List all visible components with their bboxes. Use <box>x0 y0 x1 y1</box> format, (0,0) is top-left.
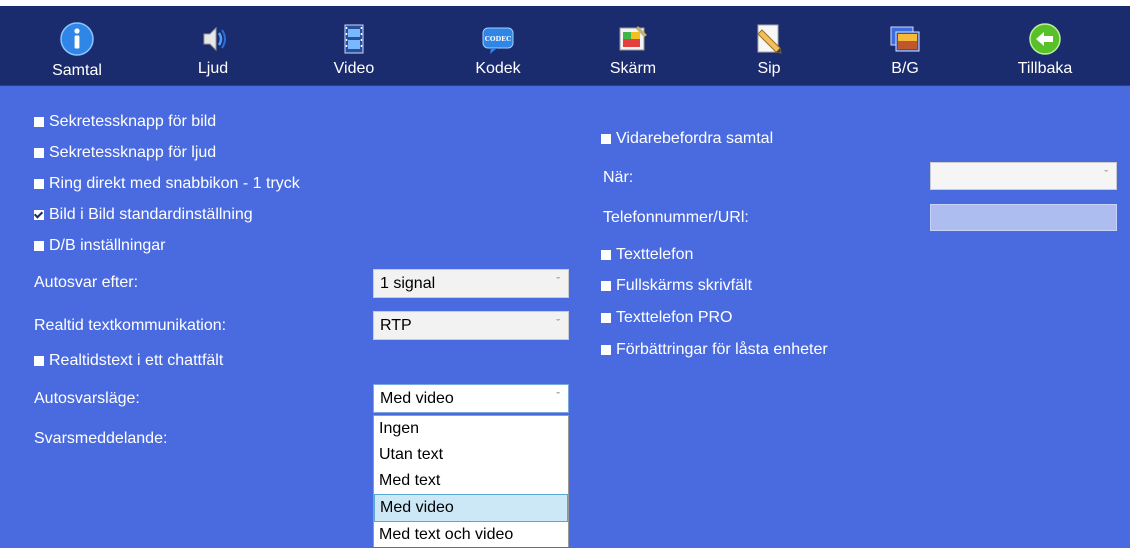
autosvarslage-dropdown-list: Ingen Utan text Med text Med video Med t… <box>373 415 569 547</box>
codec-badge-text: CODEC <box>485 35 512 43</box>
checkbox-label: Fullskärms skrivfält <box>616 277 753 294</box>
autosvarslage-value: Med video <box>380 390 454 407</box>
nav-label-ljud: Ljud <box>197 60 229 77</box>
speaker-icon <box>203 26 226 52</box>
checkbox-sekretess-bild[interactable]: Sekretessknapp för bild <box>34 111 216 133</box>
checkbox-label: Bild i Bild standardinställning <box>49 206 253 223</box>
checkbox-fullskarms[interactable]: Fullskärms skrivfält <box>601 275 752 297</box>
pencil-icon <box>757 24 782 54</box>
autosvar-select[interactable]: 1 signal ˇ <box>373 269 569 298</box>
checkbox-bild-i-bild[interactable]: Bild i Bild standardinställning <box>34 204 253 226</box>
nav-label-video: Video <box>333 60 375 77</box>
chevron-down-icon: ˇ <box>1104 169 1108 181</box>
checkbox-box-checked[interactable] <box>34 210 44 220</box>
info-icon <box>60 22 94 56</box>
checkbox-box[interactable] <box>601 134 611 144</box>
checkbox-vidarebefordra[interactable]: Vidarebefordra samtal <box>601 128 773 150</box>
nav-label-bg: B/G <box>891 60 919 77</box>
checkbox-box[interactable] <box>34 356 44 366</box>
nav-item-sip[interactable]: Sip <box>724 12 814 80</box>
nav-label-samtal: Samtal <box>52 62 102 79</box>
checkbox-label: Sekretessknapp för ljud <box>49 144 217 161</box>
codec-icon: CODEC <box>482 27 514 54</box>
dropdown-option-med-text[interactable]: Med text <box>374 468 568 494</box>
checkbox-box[interactable] <box>34 179 44 189</box>
autosvar-label: Autosvar efter: <box>34 274 139 291</box>
screen-paint-icon <box>619 26 647 51</box>
checkbox-label: Ring direkt med snabbikon - 1 tryck <box>49 175 300 192</box>
checkbox-box[interactable] <box>601 313 611 323</box>
checkbox-label: Sekretessknapp för bild <box>49 113 217 130</box>
checkbox-label: Realtidstext i ett chattfält <box>49 352 224 369</box>
nav-item-video[interactable]: Video <box>309 12 399 80</box>
telefon-input[interactable] <box>930 204 1117 231</box>
checkbox-label: D/B inställningar <box>49 237 166 254</box>
nav-label-tillbaka: Tillbaka <box>1017 60 1073 77</box>
telefon-label: Telefonnummer/URl: <box>603 209 749 226</box>
nav-item-samtal[interactable]: Samtal <box>32 12 122 80</box>
nar-label: När: <box>603 169 634 186</box>
checkbox-box[interactable] <box>34 241 44 251</box>
nav-label-skarm: Skärm <box>609 60 657 77</box>
dropdown-option-utan-text[interactable]: Utan text <box>374 442 568 468</box>
dropdown-option-ingen[interactable]: Ingen <box>374 416 568 442</box>
checkbox-label: Texttelefon PRO <box>616 309 733 326</box>
chevron-down-icon: ˇ <box>556 318 560 330</box>
film-icon <box>344 24 364 54</box>
image-icon <box>890 26 920 52</box>
top-white-strip <box>0 0 1130 6</box>
dropdown-option-med-text-och-video[interactable]: Med text och video <box>374 522 568 548</box>
chevron-down-icon: ˇ <box>556 391 560 403</box>
checkbox-label: Vidarebefordra samtal <box>616 130 774 147</box>
autosvarslage-select[interactable]: Med video ˇ <box>373 384 569 413</box>
nav-item-bg[interactable]: B/G <box>860 12 950 80</box>
checkbox-forbattringar[interactable]: Förbättringar för låsta enheter <box>601 339 828 361</box>
nav-item-ljud[interactable]: Ljud <box>168 12 258 80</box>
top-navigation-bar: Samtal Ljud Video CODEC Kodek Skärm Sip … <box>0 0 1130 86</box>
checkbox-box[interactable] <box>601 345 611 355</box>
autosvarslage-label: Autosvarsläge: <box>34 390 140 407</box>
checkbox-box[interactable] <box>34 148 44 158</box>
checkbox-realtidstext-chatt[interactable]: Realtidstext i ett chattfält <box>34 350 223 372</box>
checkbox-box[interactable] <box>601 250 611 260</box>
chevron-down-icon: ˇ <box>556 276 560 288</box>
checkbox-ring-direkt[interactable]: Ring direkt med snabbikon - 1 tryck <box>34 173 300 195</box>
checkbox-texttelefon[interactable]: Texttelefon <box>601 244 693 266</box>
dropdown-option-med-video[interactable]: Med video <box>374 494 568 522</box>
checkbox-texttelefon-pro[interactable]: Texttelefon PRO <box>601 307 733 329</box>
nav-label-kodek: Kodek <box>475 60 521 77</box>
back-arrow-icon <box>1029 23 1061 55</box>
realtid-select[interactable]: RTP ˇ <box>373 311 569 340</box>
realtid-value: RTP <box>380 317 412 334</box>
checkbox-db-installningar[interactable]: D/B inställningar <box>34 235 166 257</box>
checkbox-label: Förbättringar för låsta enheter <box>616 341 828 358</box>
nav-item-skarm[interactable]: Skärm <box>588 12 678 80</box>
checkbox-sekretess-ljud[interactable]: Sekretessknapp för ljud <box>34 142 216 164</box>
nav-label-sip: Sip <box>757 60 781 77</box>
realtid-label: Realtid textkommunikation: <box>34 317 227 334</box>
autosvar-value: 1 signal <box>380 275 436 292</box>
checkbox-box[interactable] <box>34 117 44 127</box>
nav-item-tillbaka[interactable]: Tillbaka <box>1000 12 1090 80</box>
checkbox-label: Texttelefon <box>616 246 694 263</box>
svarsmeddelande-label: Svarsmeddelande: <box>34 430 168 447</box>
nar-select[interactable]: ˇ <box>930 162 1117 190</box>
nav-item-kodek[interactable]: CODEC Kodek <box>453 12 543 80</box>
checkbox-box[interactable] <box>601 281 611 291</box>
